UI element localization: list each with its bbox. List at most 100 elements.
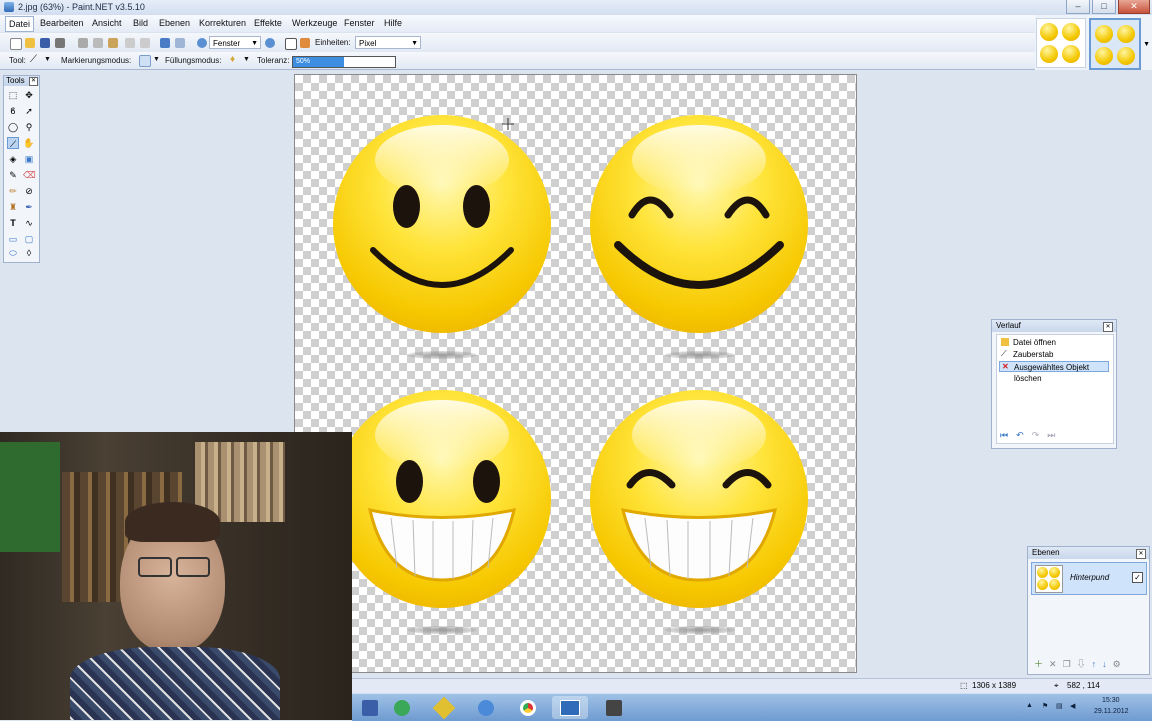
thumbnail-image-1[interactable] [1036, 18, 1086, 68]
history-last-icon[interactable]: ⏭ [1047, 430, 1063, 440]
menu-ansicht[interactable]: Ansicht [92, 18, 122, 28]
taskbar-tool-icon[interactable] [596, 696, 632, 719]
menu-effekte[interactable]: Effekte [254, 18, 282, 28]
zoom-in-icon[interactable] [265, 38, 275, 48]
line-curve-tool-icon[interactable]: ∿ [23, 217, 35, 229]
close-button[interactable]: ✕ [1118, 0, 1150, 14]
history-item-selected[interactable]: ✕ Ausgewähltes Objekt löschen [999, 361, 1109, 383]
gradient-tool-icon[interactable]: ▣ [23, 153, 35, 165]
tools-close-icon[interactable]: ✕ [29, 77, 38, 86]
clone-stamp-tool-icon[interactable]: ♜ [7, 201, 19, 213]
tray-network-icon[interactable]: ▤ [1056, 702, 1063, 710]
lasso-select-tool-icon[interactable]: ϐ [7, 105, 19, 117]
layer-row[interactable]: Hinterpund ✓ [1031, 562, 1147, 595]
tolerance-slider[interactable]: 50% [292, 56, 396, 68]
menu-ebenen[interactable]: Ebenen [159, 18, 190, 28]
color-picker-tool-icon[interactable]: ⊘ [23, 185, 35, 197]
add-layer-icon[interactable]: ＋ [1034, 659, 1049, 669]
crop-icon[interactable] [125, 38, 135, 48]
menu-hilfe[interactable]: Hilfe [384, 18, 402, 28]
open-folder-icon[interactable] [25, 38, 35, 48]
rounded-rectangle-tool-icon[interactable]: ▢ [23, 233, 35, 245]
layer-properties-icon[interactable]: ⚙ [1113, 659, 1127, 669]
save-icon[interactable] [40, 38, 50, 48]
paste-icon[interactable] [108, 38, 118, 48]
delete-layer-icon[interactable]: ✕ [1049, 659, 1063, 669]
grid-icon[interactable] [285, 38, 297, 50]
undo-icon[interactable] [160, 38, 170, 48]
zoom-mode-select[interactable]: Fenster ▼ [209, 36, 261, 49]
taskbar-app-icon[interactable] [352, 696, 388, 719]
move-layer-up-icon[interactable]: ↑ [1092, 659, 1103, 669]
cursor-position-icon: ⌖ [1054, 681, 1059, 690]
selection-mode-icon[interactable] [139, 55, 151, 67]
print-icon[interactable] [55, 38, 65, 48]
text-tool-icon[interactable]: T [7, 217, 19, 229]
units-select[interactable]: Pixel ▼ [355, 36, 421, 49]
ellipse-tool-icon[interactable]: ⬭ [7, 247, 19, 259]
recolor-tool-icon[interactable]: ✒ [23, 201, 35, 213]
layers-close-icon[interactable]: ✕ [1136, 549, 1146, 559]
magic-wand-tool-icon[interactable]: ⟋ [7, 137, 19, 149]
move-layer-down-icon[interactable]: ↓ [1102, 659, 1113, 669]
copy-icon[interactable] [93, 38, 103, 48]
cut-icon[interactable] [78, 38, 88, 48]
clock-date[interactable]: 29.11.2012 [1094, 708, 1129, 715]
freeform-shape-tool-icon[interactable]: ◊ [23, 247, 35, 259]
history-undo-icon[interactable]: ↶ [1016, 430, 1032, 440]
tray-flag-icon[interactable]: ⚑ [1042, 702, 1048, 710]
chrome-icon[interactable] [510, 696, 546, 719]
image-canvas[interactable] [294, 74, 857, 673]
menu-bild[interactable]: Bild [133, 18, 148, 28]
menu-fenster[interactable]: Fenster [344, 18, 375, 28]
taskbar-recycle-icon[interactable] [384, 696, 420, 719]
menu-korrekturen[interactable]: Korrekturen [199, 18, 246, 28]
paint-bucket-tool-icon[interactable]: ◈ [7, 153, 19, 165]
new-file-icon[interactable] [10, 38, 22, 50]
eraser-tool-icon[interactable]: ⌫ [23, 169, 36, 181]
merge-layer-icon[interactable]: ⇩ [1077, 659, 1092, 669]
ruler-icon[interactable] [300, 38, 310, 48]
history-first-icon[interactable]: ⏮ [1000, 430, 1016, 440]
clock-time[interactable]: 15:30 [1102, 697, 1120, 704]
thumbnail-image-2[interactable] [1089, 18, 1141, 70]
fill-mode-dropdown-icon[interactable]: ▼ [243, 56, 250, 63]
rectangle-tool-icon[interactable]: ▭ [7, 233, 19, 245]
history-redo-icon[interactable]: ↷ [1032, 430, 1048, 440]
maximize-button[interactable]: □ [1092, 0, 1116, 14]
green-background-panel [0, 442, 60, 552]
history-close-icon[interactable]: ✕ [1103, 322, 1113, 332]
taskbar-files-icon[interactable] [426, 696, 462, 719]
ellipse-select-tool-icon[interactable]: ◯ [7, 121, 19, 133]
rectangle-select-tool-icon[interactable]: ⬚ [7, 89, 19, 101]
menu-werkzeuge[interactable]: Werkzeuge [292, 18, 337, 28]
history-item[interactable]: Datei öffnen [999, 337, 1109, 348]
selection-mode-dropdown-icon[interactable]: ▼ [153, 56, 160, 63]
thumbnail-scroll-icon[interactable]: ▼ [1143, 41, 1150, 48]
magic-wand-icon[interactable]: ⟋ [30, 54, 37, 65]
move-selected-tool-icon[interactable]: ➚ [23, 105, 35, 117]
move-selection-tool-icon[interactable]: ✥ [23, 89, 35, 101]
layer-visibility-checkbox[interactable]: ✓ [1132, 572, 1143, 583]
tray-volume-icon[interactable]: ◀ [1070, 702, 1075, 710]
history-item[interactable]: ⟋ Zauberstab [999, 349, 1109, 360]
redo-icon[interactable] [175, 38, 185, 48]
pencil-tool-icon[interactable]: ✏ [7, 185, 19, 197]
image-size: 1306 x 1389 [972, 681, 1017, 690]
title-bar: 2.jpg (63%) - Paint.NET v3.5.10 – □ ✕ [0, 0, 1152, 15]
fill-mode-icon[interactable]: ♦ [230, 54, 235, 65]
zoom-tool-icon[interactable]: ⚲ [23, 121, 35, 133]
minimize-button[interactable]: – [1066, 0, 1090, 14]
tray-expand-icon[interactable]: ▲ [1026, 702, 1033, 709]
pan-tool-icon[interactable]: ✋ [23, 137, 35, 149]
deselect-icon[interactable] [140, 38, 150, 48]
taskbar-network-icon[interactable] [468, 696, 504, 719]
menu-datei[interactable]: Datei [5, 16, 35, 32]
taskbar-paintnet-icon[interactable] [552, 696, 588, 719]
zoom-out-icon[interactable] [197, 38, 207, 48]
menu-bearbeiten[interactable]: Bearbeiten [40, 18, 84, 28]
tool-dropdown-arrow-icon[interactable]: ▼ [44, 56, 51, 63]
smiley-face-3 [333, 390, 551, 608]
paintbrush-tool-icon[interactable]: ✎ [7, 169, 19, 181]
duplicate-layer-icon[interactable]: ❐ [1063, 659, 1077, 669]
